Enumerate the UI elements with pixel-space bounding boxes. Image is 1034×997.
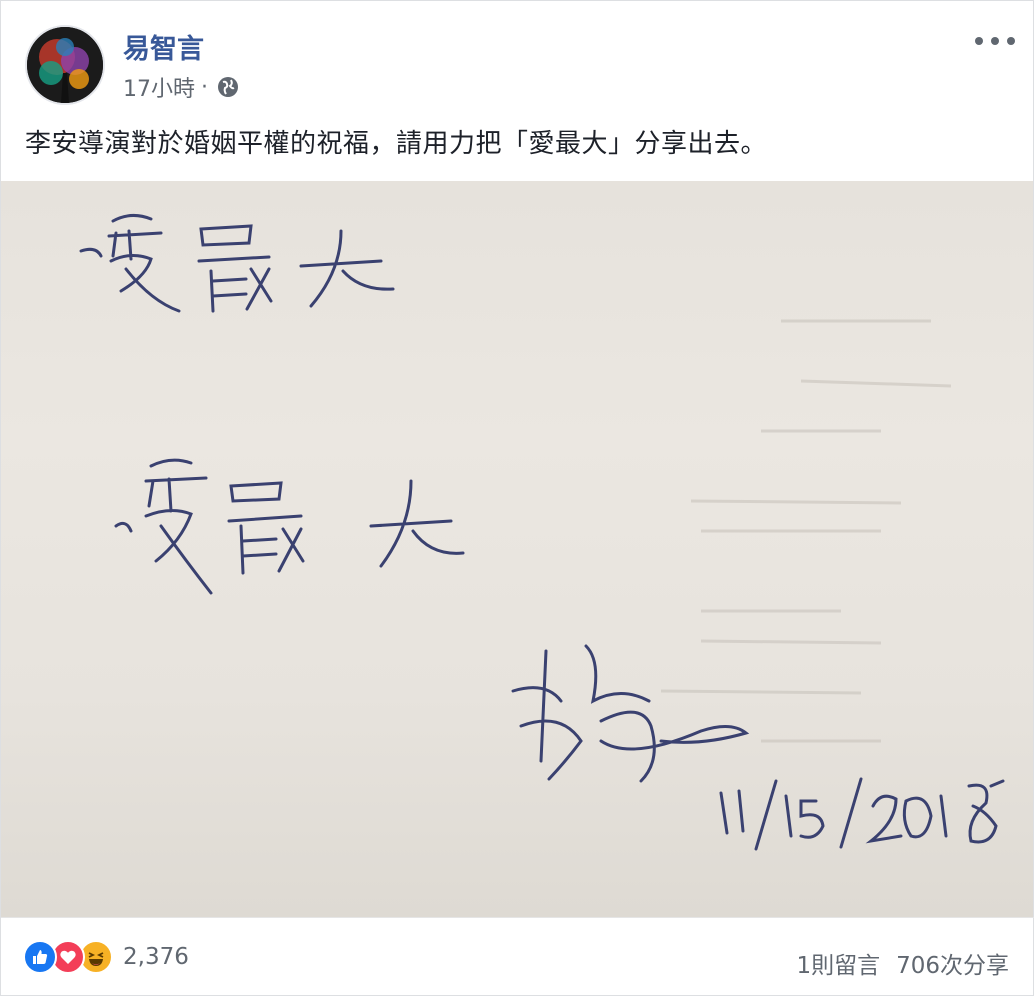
signature bbox=[511, 644, 750, 783]
post-header: 易智言 17小時 · bbox=[1, 1, 1034, 116]
post-photo[interactable] bbox=[1, 181, 1033, 917]
handwriting-line-1 bbox=[79, 214, 395, 313]
share-count[interactable]: 706次分享 bbox=[896, 946, 1009, 980]
more-dot bbox=[975, 37, 983, 45]
more-dot bbox=[991, 37, 999, 45]
post-text: 李安導演對於婚姻平權的祝福，請用力把「愛最大」分享出去。 bbox=[25, 129, 768, 159]
comment-count[interactable]: 1則留言 bbox=[796, 946, 880, 980]
avatar-image bbox=[27, 27, 103, 103]
post-footer: 2,376 1則留言 706次分享 bbox=[1, 917, 1034, 997]
post-meta: 17小時 · bbox=[123, 71, 240, 103]
post-stats: 1則留言 706次分享 bbox=[796, 946, 1009, 980]
handwriting-line-2 bbox=[114, 458, 465, 595]
like-icon bbox=[23, 940, 57, 974]
author-name[interactable]: 易智言 bbox=[123, 27, 204, 66]
post-card: 易智言 17小時 · 李安導演對於婚姻平權的祝福，請用力把「愛最大」分享出去。 bbox=[0, 0, 1034, 996]
avatar[interactable] bbox=[25, 25, 105, 105]
post-time[interactable]: 17小時 bbox=[123, 71, 195, 103]
reaction-count[interactable]: 2,376 bbox=[123, 944, 189, 970]
more-dot bbox=[1007, 37, 1015, 45]
reactions-summary[interactable]: 2,376 bbox=[23, 940, 189, 974]
globe-icon[interactable] bbox=[216, 75, 240, 99]
handwritten-date bbox=[719, 777, 1005, 851]
handwritten-note-image bbox=[79, 214, 1005, 851]
more-options-icon[interactable] bbox=[975, 29, 1015, 53]
meta-separator: · bbox=[201, 74, 208, 100]
